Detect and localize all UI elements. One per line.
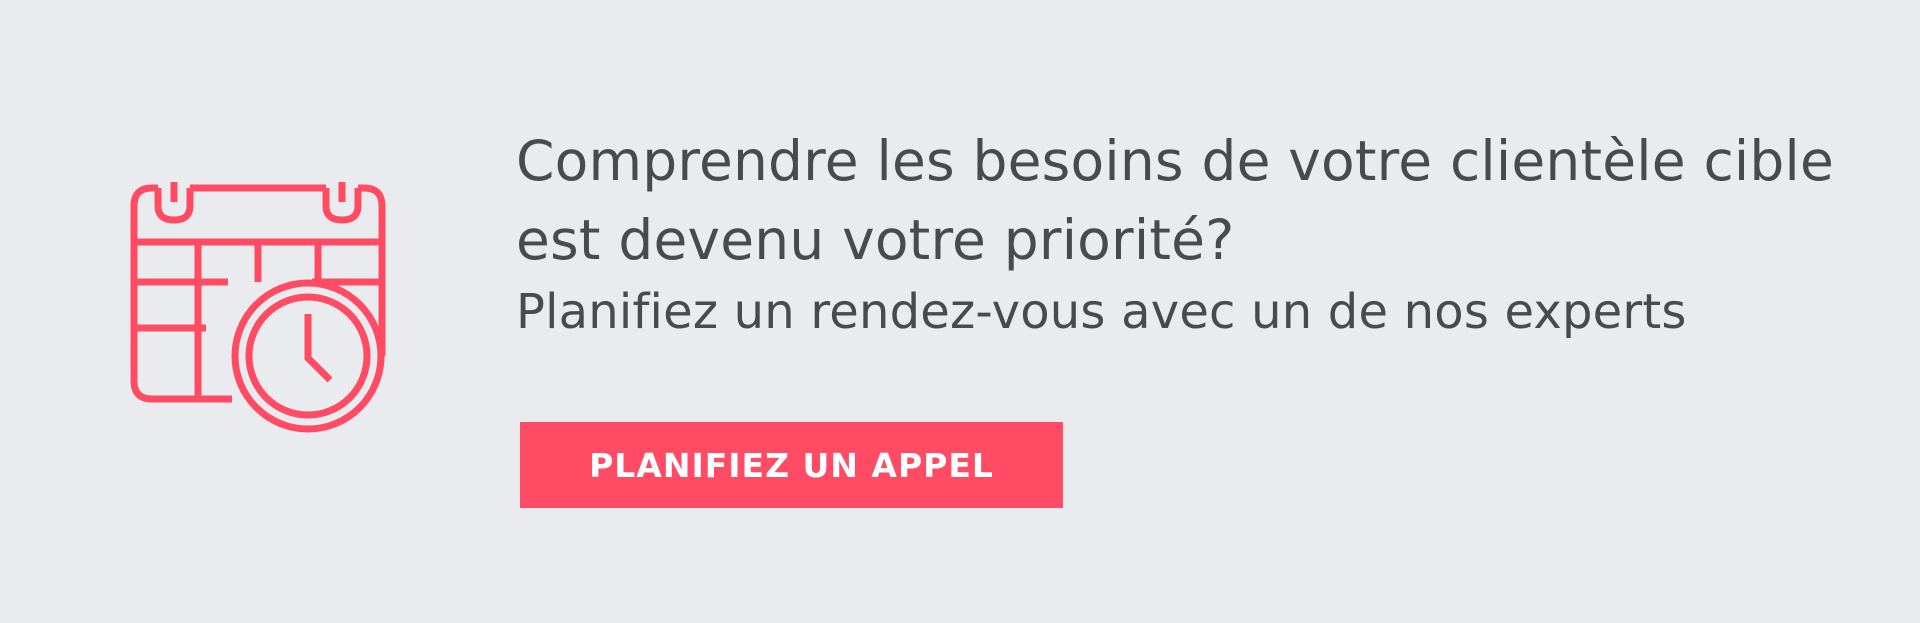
banner-copy: Comprendre les besoins de votre clientèl… [516, 122, 1856, 344]
subline: Planifiez un rendez-vous avec un de nos … [516, 284, 1687, 340]
calendar-clock-icon [128, 182, 390, 444]
schedule-call-button[interactable]: PLANIFIEZ UN APPEL [520, 422, 1063, 508]
cta-banner: Comprendre les besoins de votre clientèl… [0, 0, 1920, 623]
headline: Comprendre les besoins de votre clientèl… [516, 129, 1835, 272]
